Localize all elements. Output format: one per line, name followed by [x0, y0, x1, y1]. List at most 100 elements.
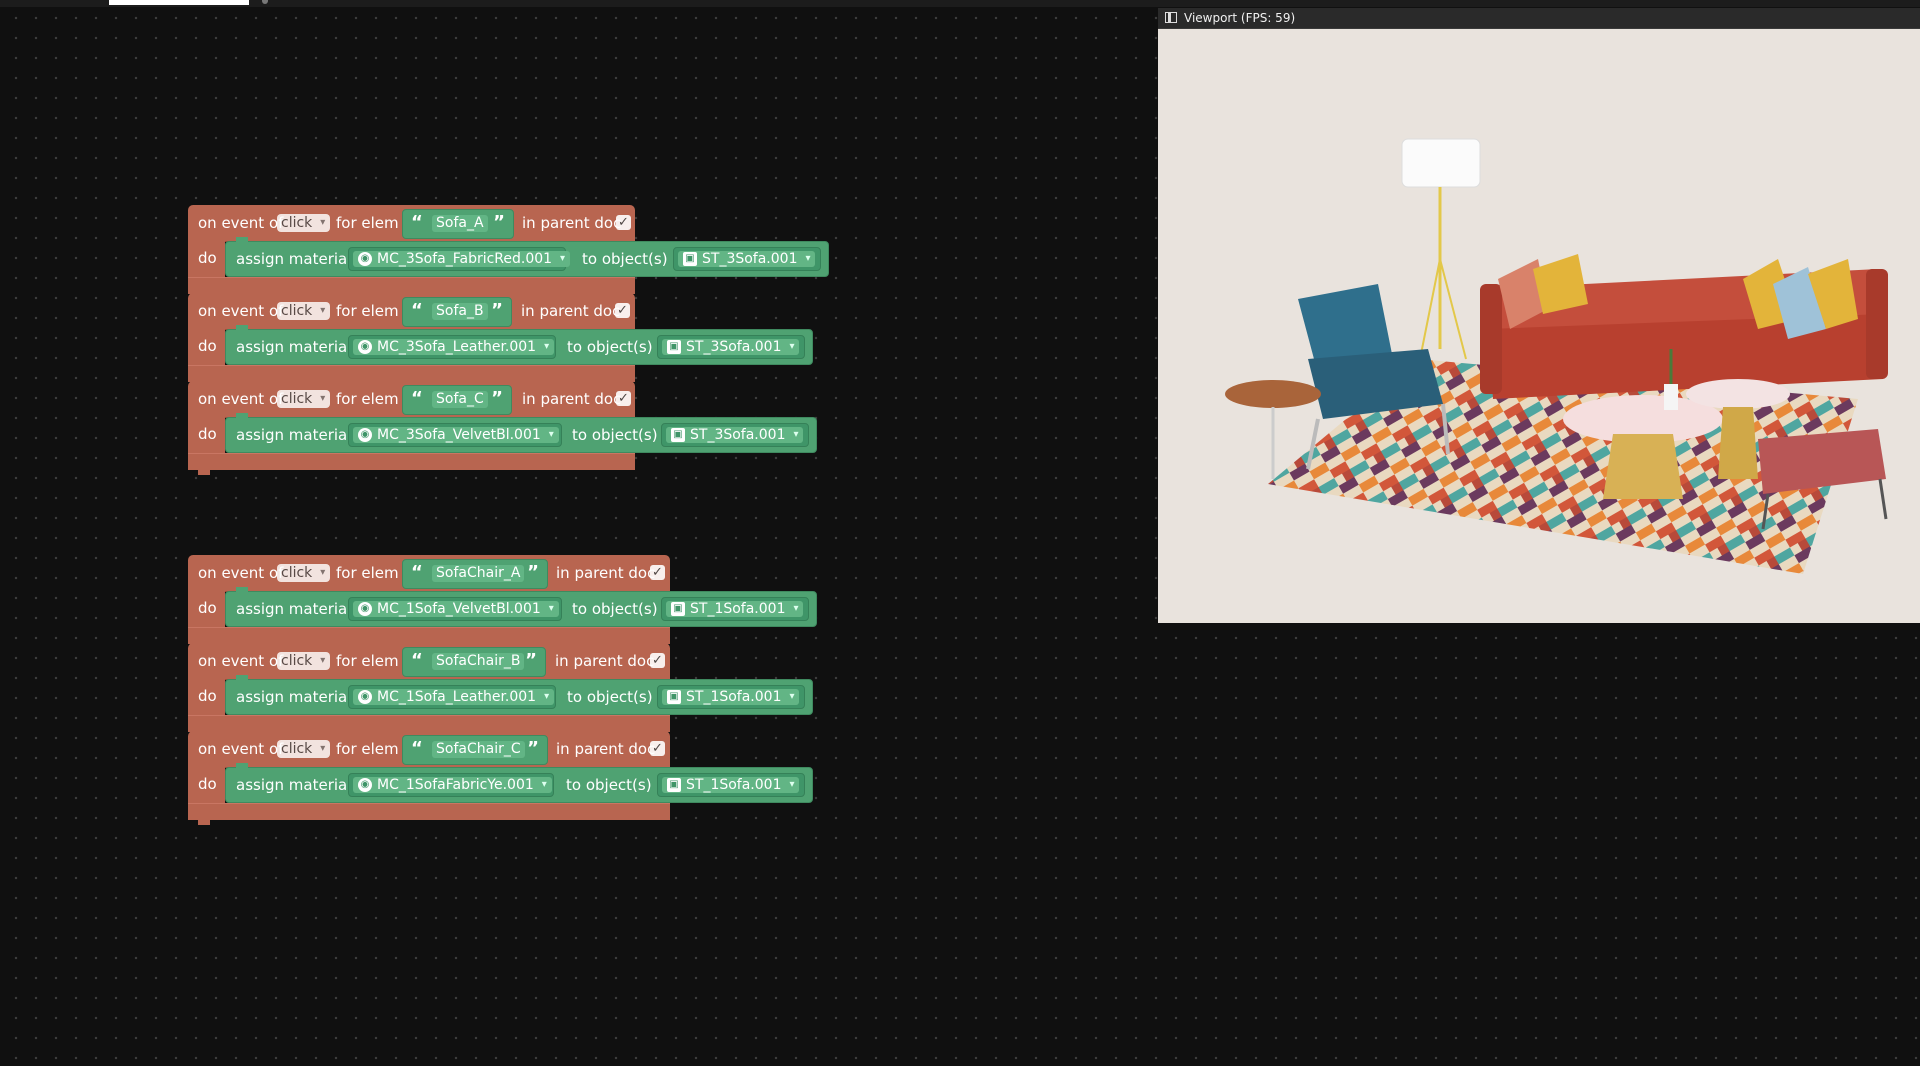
event-block[interactable]: on event of click for elem “ Sofa_A ” in… [188, 205, 829, 299]
do-label: do [198, 599, 217, 617]
parent-doc-checkbox[interactable]: ✓ [616, 215, 631, 230]
open-quote-icon: “ [411, 650, 423, 671]
object-name: ST_1Sofa.001 [690, 601, 786, 617]
element-name-field[interactable]: Sofa_A [432, 215, 488, 232]
scene-render [1158, 29, 1920, 623]
parent-doc-checkbox[interactable]: ✓ [650, 653, 665, 668]
material-block[interactable]: ◉ MC_1Sofa_VelvetBl.001 [348, 597, 562, 621]
material-name: MC_1Sofa_Leather.001 [377, 689, 537, 705]
viewport-canvas[interactable] [1158, 29, 1920, 623]
material-dropdown[interactable]: ◉ MC_3Sofa_Leather.001 [353, 339, 555, 355]
assign-material-block[interactable]: assign material ◉ MC_3Sofa_FabricRed.001 … [225, 237, 829, 277]
element-string-block[interactable]: “ SofaChair_C ” [402, 735, 548, 765]
object-name: ST_1Sofa.001 [686, 689, 782, 705]
material-name: MC_3Sofa_FabricRed.001 [377, 251, 553, 267]
object-block[interactable]: ▣ ST_1Sofa.001 [661, 597, 809, 621]
close-quote-icon: ” [527, 562, 539, 583]
side-table-top [1225, 380, 1321, 408]
material-dropdown[interactable]: ◉ MC_1Sofa_Leather.001 [353, 689, 555, 705]
element-name-field[interactable]: Sofa_C [432, 391, 488, 408]
event-block[interactable]: on event of click for elem “ Sofa_C ” in… [188, 381, 817, 475]
parent-doc-checkbox[interactable]: ✓ [615, 303, 630, 318]
assign-material-block[interactable]: assign material ◉ MC_1SofaFabricYe.001 to… [225, 763, 813, 803]
active-tab[interactable] [109, 0, 249, 5]
material-dropdown[interactable]: ◉ MC_1SofaFabricYe.001 [353, 777, 552, 793]
object-dropdown[interactable]: ▣ ST_1Sofa.001 [662, 689, 800, 705]
event-block[interactable]: on event of click for elem “ SofaChair_C… [188, 731, 813, 825]
event-type-dropdown[interactable]: click [277, 214, 331, 232]
element-string-block[interactable]: “ SofaChair_B ” [402, 647, 546, 677]
assign-material-block[interactable]: assign material ◉ MC_1Sofa_Leather.001 to… [225, 675, 813, 715]
material-dropdown[interactable]: ◉ MC_3Sofa_FabricRed.001 [353, 251, 571, 267]
event-block-footer [188, 715, 670, 737]
event-block[interactable]: on event of click for elem “ SofaChair_B… [188, 643, 813, 737]
in-parent-doc-label: in parent doc [556, 564, 656, 582]
coffee-table-base [1718, 407, 1758, 479]
material-block[interactable]: ◉ MC_3Sofa_FabricRed.001 [348, 247, 571, 271]
object-name: ST_1Sofa.001 [686, 777, 782, 793]
cube-icon: ▣ [671, 602, 685, 616]
material-name: MC_3Sofa_VelvetBl.001 [377, 427, 541, 443]
event-type-dropdown[interactable]: click [277, 302, 331, 320]
parent-doc-checkbox[interactable]: ✓ [650, 565, 665, 580]
material-block[interactable]: ◉ MC_3Sofa_VelvetBl.001 [348, 423, 562, 447]
close-quote-icon: ” [527, 738, 539, 759]
material-block[interactable]: ◉ MC_1Sofa_Leather.001 [348, 685, 556, 709]
element-string-block[interactable]: “ Sofa_C ” [402, 385, 512, 415]
object-dropdown[interactable]: ▣ ST_1Sofa.001 [662, 777, 800, 793]
element-name-field[interactable]: SofaChair_C [432, 741, 525, 758]
element-string-block[interactable]: “ Sofa_A ” [402, 209, 514, 239]
cube-icon: ▣ [671, 428, 685, 442]
top-bar [0, 0, 1920, 7]
object-dropdown[interactable]: ▣ ST_3Sofa.001 [666, 427, 804, 443]
object-block[interactable]: ▣ ST_1Sofa.001 [657, 685, 805, 709]
do-label: do [198, 687, 217, 705]
viewport-titlebar[interactable]: Viewport (FPS: 59) [1158, 8, 1920, 29]
element-name-field[interactable]: SofaChair_A [432, 565, 525, 582]
object-dropdown[interactable]: ▣ ST_1Sofa.001 [666, 601, 804, 617]
event-block-footer [188, 453, 635, 475]
object-dropdown[interactable]: ▣ ST_3Sofa.001 [678, 251, 816, 267]
for-elem-label: for elem [336, 564, 399, 582]
assign-material-block[interactable]: assign material ◉ MC_3Sofa_Leather.001 to… [225, 325, 813, 365]
object-block[interactable]: ▣ ST_3Sofa.001 [657, 335, 805, 359]
material-block[interactable]: ◉ MC_1SofaFabricYe.001 [348, 773, 554, 797]
cube-icon: ▣ [667, 778, 681, 792]
element-name-field[interactable]: SofaChair_B [432, 653, 525, 670]
event-block[interactable]: on event of click for elem “ SofaChair_A… [188, 555, 817, 649]
event-type-dropdown[interactable]: click [277, 564, 331, 582]
event-type-dropdown[interactable]: click [277, 390, 331, 408]
object-block[interactable]: ▣ ST_3Sofa.001 [661, 423, 809, 447]
material-name: MC_1SofaFabricYe.001 [377, 777, 534, 793]
assign-material-block[interactable]: assign material ◉ MC_1Sofa_VelvetBl.001 t… [225, 587, 817, 627]
event-type-dropdown[interactable]: click [277, 652, 331, 670]
event-block[interactable]: on event of click for elem “ Sofa_B ” in… [188, 293, 813, 387]
element-name-field[interactable]: Sofa_B [432, 303, 488, 320]
panel-icon [1165, 12, 1177, 23]
to-objects-label: to object(s) [567, 338, 653, 356]
do-label: do [198, 425, 217, 443]
in-parent-doc-label: in parent doc [521, 302, 621, 320]
object-block[interactable]: ▣ ST_3Sofa.001 [673, 247, 821, 271]
object-block[interactable]: ▣ ST_1Sofa.001 [657, 773, 805, 797]
parent-doc-checkbox[interactable]: ✓ [616, 391, 631, 406]
globe-icon: ◉ [358, 690, 372, 704]
event-group-sofachair: on event of click for elem “ SofaChair_A… [188, 555, 817, 825]
material-block[interactable]: ◉ MC_3Sofa_Leather.001 [348, 335, 556, 359]
parent-doc-checkbox[interactable]: ✓ [650, 741, 665, 756]
on-event-of-label: on event of [198, 390, 284, 408]
to-objects-label: to object(s) [582, 250, 668, 268]
open-quote-icon: “ [411, 562, 423, 583]
for-elem-label: for elem [336, 390, 399, 408]
material-dropdown[interactable]: ◉ MC_3Sofa_VelvetBl.001 [353, 427, 559, 443]
object-name: ST_3Sofa.001 [690, 427, 786, 443]
material-dropdown[interactable]: ◉ MC_1Sofa_VelvetBl.001 [353, 601, 559, 617]
assign-material-block[interactable]: assign material ◉ MC_3Sofa_VelvetBl.001 t… [225, 413, 817, 453]
in-parent-doc-label: in parent doc [522, 390, 622, 408]
event-type-dropdown[interactable]: click [277, 740, 331, 758]
element-string-block[interactable]: “ SofaChair_A ” [402, 559, 548, 589]
object-dropdown[interactable]: ▣ ST_3Sofa.001 [662, 339, 800, 355]
element-string-block[interactable]: “ Sofa_B ” [402, 297, 512, 327]
globe-icon: ◉ [358, 252, 372, 266]
viewport-panel[interactable]: Viewport (FPS: 59) [1158, 8, 1920, 623]
